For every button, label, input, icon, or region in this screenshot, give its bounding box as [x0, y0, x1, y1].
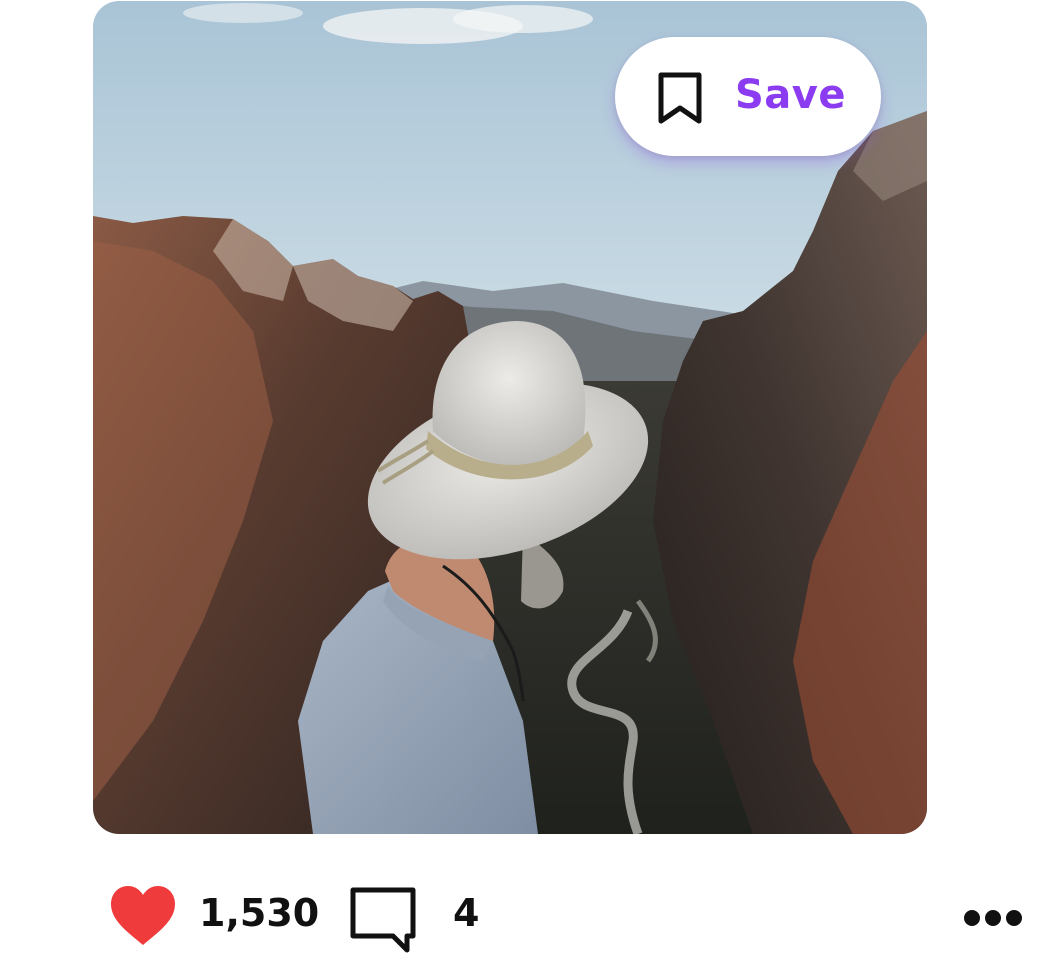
post-action-bar: 1,530 4	[0, 870, 1058, 960]
heart-icon[interactable]	[109, 885, 177, 947]
bookmark-icon	[658, 72, 702, 124]
comment-icon[interactable]	[349, 886, 417, 954]
post-card: Save 1,530 4	[0, 0, 1058, 970]
save-label: Save	[735, 72, 847, 118]
save-button[interactable]: Save	[615, 37, 881, 156]
more-dots-icon[interactable]	[960, 906, 1026, 930]
like-count: 1,530	[199, 891, 320, 935]
comment-count: 4	[453, 891, 480, 935]
